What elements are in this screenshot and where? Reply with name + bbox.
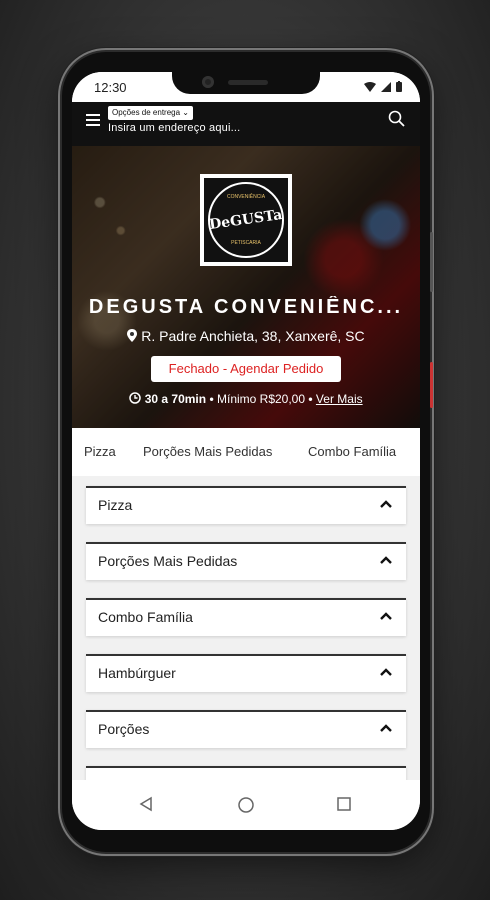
wifi-icon (364, 81, 376, 92)
logo-text-main: DeGUSTa (208, 206, 284, 234)
camera-icon (202, 76, 214, 88)
address-input[interactable]: Insira um endereço aqui... (108, 122, 240, 134)
category-tabs: Pizza Porções Mais Pedidas Combo Família (72, 428, 420, 477)
android-nav-bar (72, 780, 420, 830)
logo-text-top: CONVENIÊNCIA (226, 194, 266, 200)
delivery-options-label: Opções de entrega (112, 108, 181, 117)
recents-icon[interactable] (336, 796, 352, 812)
power-button (430, 362, 433, 408)
section-label: Pizza (98, 497, 133, 513)
status-icons (364, 81, 402, 92)
section-pizza[interactable]: Pizza (86, 486, 406, 524)
map-pin-icon (127, 329, 138, 342)
chevron-up-icon (380, 724, 392, 732)
delivery-time: 30 a 70min (144, 392, 207, 406)
volume-button (430, 232, 433, 292)
section-label: Porções (98, 721, 150, 737)
menu-sections: Pizza Porções Mais Pedidas Combo Família… (72, 476, 420, 780)
home-icon[interactable] (237, 796, 255, 814)
chevron-down-icon: ⌄ (182, 108, 189, 117)
store-address: R. Padre Anchieta, 38, Xanxerê, SC (72, 328, 420, 344)
back-icon[interactable] (138, 796, 154, 812)
signal-icon (381, 81, 391, 92)
section-label: Porções Mais Pedidas (98, 553, 238, 569)
chevron-up-icon (380, 556, 392, 564)
search-icon[interactable] (388, 110, 406, 128)
store-meta: 30 a 70min • Mínimo R$20,00 • Ver Mais (72, 392, 420, 406)
battery-icon (396, 81, 402, 92)
tab-combo-familia[interactable]: Combo Família (308, 444, 396, 459)
hamburger-menu-icon[interactable] (86, 114, 100, 126)
section-label: Combo Família (98, 609, 193, 625)
section-porcoes[interactable]: Porções (86, 710, 406, 748)
tab-porcoes-mais-pedidas[interactable]: Porções Mais Pedidas (143, 444, 272, 459)
speaker-grille (228, 80, 268, 85)
notch (172, 72, 320, 94)
app-bar: Opções de entrega ⌄ Insira um endereço a… (72, 102, 420, 146)
phone-screen: 12:30 Opções de entrega ⌄ Insira um ende… (72, 72, 420, 830)
section-hamburguer[interactable]: Hambúrguer (86, 654, 406, 692)
chevron-up-icon (380, 668, 392, 676)
tab-pizza[interactable]: Pizza (84, 444, 116, 459)
delivery-options-dropdown[interactable]: Opções de entrega ⌄ (108, 106, 193, 120)
section-label: Hambúrguer (98, 665, 176, 681)
bullet-separator: • (308, 392, 313, 406)
store-name: DEGUSTA CONVENIÊNC... (88, 296, 404, 318)
status-time: 12:30 (94, 80, 127, 95)
status-badge[interactable]: Fechado - Agendar Pedido (151, 356, 341, 382)
store-address-text: R. Padre Anchieta, 38, Xanxerê, SC (141, 328, 365, 344)
section-partial[interactable] (86, 766, 406, 780)
clock-icon (129, 392, 142, 404)
logo-text-bottom: PETISCARIA (231, 240, 261, 246)
store-hero-banner: CONVENIÊNCIA DeGUSTa PETISCARIA DEGUSTA … (72, 146, 420, 428)
phone-frame: 12:30 Opções de entrega ⌄ Insira um ende… (62, 52, 433, 852)
chevron-up-icon (380, 500, 392, 508)
minimum-order: Mínimo R$20,00 (216, 392, 306, 406)
section-porcoes-mais-pedidas[interactable]: Porções Mais Pedidas (86, 542, 406, 580)
bullet-separator: • (209, 392, 214, 406)
chevron-up-icon (380, 612, 392, 620)
see-more-link[interactable]: Ver Mais (316, 392, 363, 406)
store-logo: CONVENIÊNCIA DeGUSTa PETISCARIA (200, 174, 292, 266)
section-combo-familia[interactable]: Combo Família (86, 598, 406, 636)
